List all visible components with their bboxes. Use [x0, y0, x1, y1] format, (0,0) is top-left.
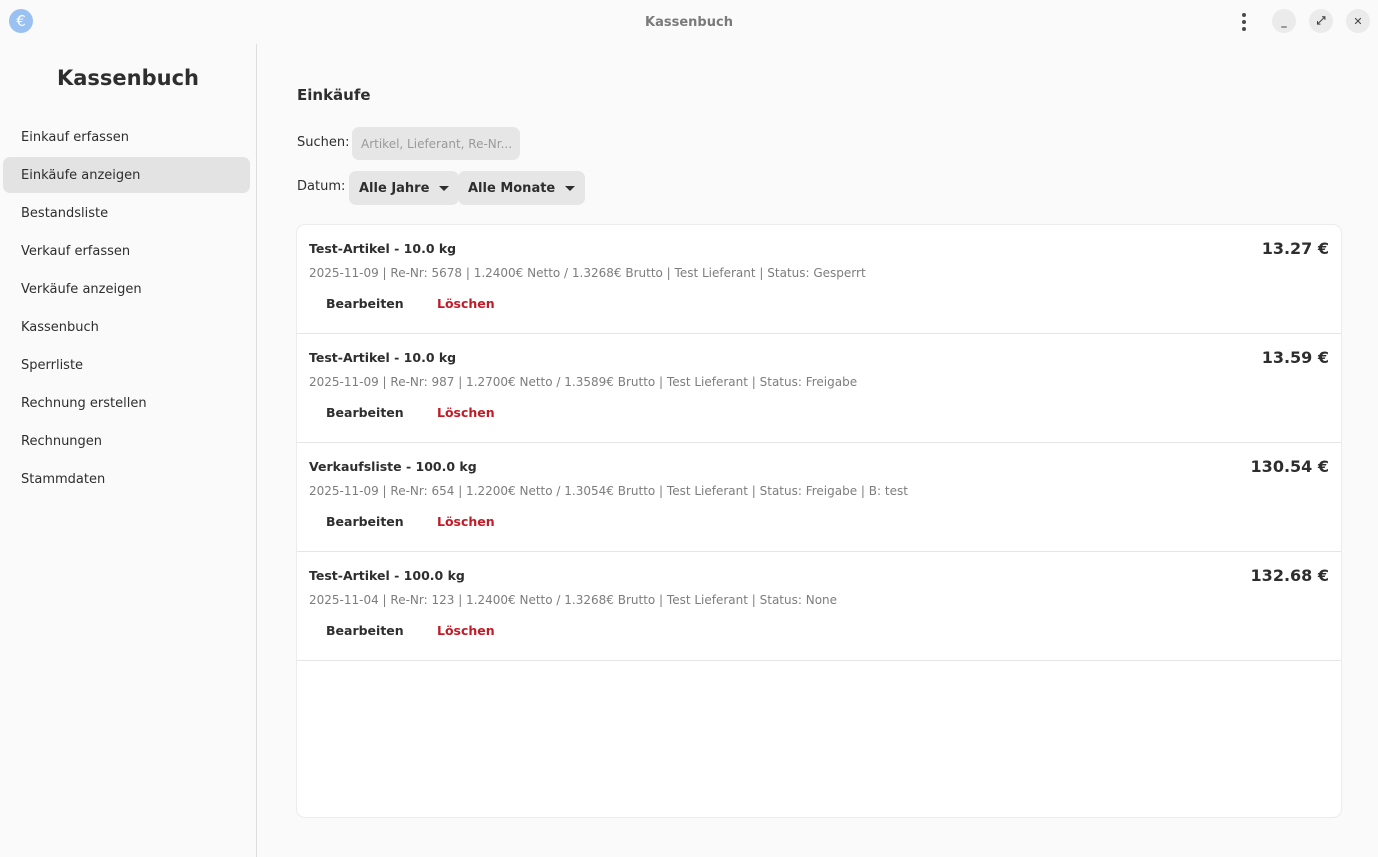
chevron-down-icon — [439, 185, 450, 191]
menu-button[interactable] — [1232, 10, 1256, 34]
title-bar: € Kassenbuch _ ⤢ ✕ — [0, 0, 1378, 44]
purchase-detail: 2025-11-04 | Re-Nr: 123 | 1.2400€ Netto … — [309, 593, 838, 607]
sidebar-item-label: Kassenbuch — [21, 319, 99, 335]
purchase-title: Verkaufsliste - 100.0 kg — [309, 459, 477, 474]
sidebar-item-label: Bestandsliste — [21, 205, 109, 221]
maximize-button[interactable]: ⤢ — [1309, 9, 1333, 33]
purchase-amount: 130.54 € — [1250, 457, 1329, 476]
window-title: Kassenbuch — [645, 14, 733, 30]
sidebar-item[interactable]: Sperrliste — [3, 347, 250, 383]
euro-icon: € — [9, 9, 33, 33]
sidebar-item[interactable]: Bestandsliste — [3, 195, 250, 231]
sidebar-item-label: Rechnung erstellen — [21, 395, 147, 411]
sidebar-item[interactable]: Verkauf erfassen — [3, 233, 250, 269]
delete-button[interactable]: Löschen — [437, 296, 495, 311]
purchase-row: Verkaufsliste - 100.0 kg 130.54 € 2025-11-… — [297, 443, 1341, 552]
month-dropdown-label: Alle Monate — [468, 180, 556, 196]
year-dropdown[interactable]: Alle Jahre — [349, 171, 460, 205]
delete-button[interactable]: Löschen — [437, 623, 495, 638]
delete-button[interactable]: Löschen — [437, 405, 495, 420]
sidebar-item-label: Einkäufe anzeigen — [21, 167, 141, 183]
dot-icon — [1242, 20, 1246, 24]
sidebar-item-label: Verkauf erfassen — [21, 243, 131, 259]
purchase-title: Test-Artikel - 10.0 kg — [309, 350, 457, 365]
sidebar-title: Kassenbuch — [56, 66, 200, 90]
sidebar-item[interactable]: Stammdaten — [3, 461, 250, 497]
purchase-amount: 132.68 € — [1250, 566, 1329, 585]
sidebar-item[interactable]: Einkäufe anzeigen — [3, 157, 250, 193]
sidebar-item[interactable]: Verkäufe anzeigen — [3, 271, 250, 307]
minimize-button[interactable]: _ — [1272, 9, 1296, 33]
sidebar-item-label: Einkauf erfassen — [21, 129, 129, 145]
dot-icon — [1242, 13, 1246, 17]
edit-button[interactable]: Bearbeiten — [326, 405, 404, 420]
sidebar-item[interactable]: Rechnung erstellen — [3, 385, 250, 421]
sidebar-item[interactable]: Einkauf erfassen — [3, 119, 250, 155]
main-content: Einkäufe Suchen: Datum: Alle Jahre Alle … — [257, 44, 1378, 857]
sidebar-item[interactable]: Rechnungen — [3, 423, 250, 459]
dot-icon — [1242, 27, 1246, 31]
date-label: Datum: — [297, 179, 346, 194]
page-title: Einkäufe — [297, 86, 371, 104]
month-dropdown[interactable]: Alle Monate — [458, 171, 586, 205]
search-input[interactable] — [352, 127, 520, 160]
purchase-row: Test-Artikel - 10.0 kg 13.59 € 2025-11-09 … — [297, 334, 1341, 443]
sidebar: Kassenbuch Einkauf erfassen Einkäufe anze… — [0, 44, 257, 857]
sidebar-item-label: Stammdaten — [21, 471, 106, 487]
chevron-down-icon — [565, 185, 576, 191]
sidebar-item[interactable]: Kassenbuch — [3, 309, 250, 345]
purchase-detail: 2025-11-09 | Re-Nr: 987 | 1.2700€ Netto … — [309, 375, 858, 389]
sidebar-item-label: Rechnungen — [21, 433, 103, 449]
purchase-detail: 2025-11-09 | Re-Nr: 5678 | 1.2400€ Netto… — [309, 266, 866, 280]
purchase-title: Test-Artikel - 10.0 kg — [309, 241, 457, 256]
purchase-amount: 13.27 € — [1261, 239, 1329, 258]
year-dropdown-label: Alle Jahre — [359, 180, 430, 196]
purchase-amount: 13.59 € — [1261, 348, 1329, 367]
sidebar-item-label: Sperrliste — [21, 357, 84, 373]
purchase-row: Test-Artikel - 10.0 kg 13.27 € 2025-11-09 … — [297, 225, 1341, 334]
edit-button[interactable]: Bearbeiten — [326, 623, 404, 638]
sidebar-item-label: Verkäufe anzeigen — [21, 281, 142, 297]
search-label: Suchen: — [297, 135, 350, 150]
purchase-row: Test-Artikel - 100.0 kg 132.68 € 2025-11-0… — [297, 552, 1341, 661]
delete-button[interactable]: Löschen — [437, 514, 495, 529]
purchase-detail: 2025-11-09 | Re-Nr: 654 | 1.2200€ Netto … — [309, 484, 908, 498]
purchase-title: Test-Artikel - 100.0 kg — [309, 568, 465, 583]
close-button[interactable]: ✕ — [1346, 9, 1370, 33]
edit-button[interactable]: Bearbeiten — [326, 296, 404, 311]
app-window: € Kassenbuch _ ⤢ ✕ Kassenbuch Einkauf er… — [0, 0, 1378, 857]
purchase-list: Test-Artikel - 10.0 kg 13.27 € 2025-11-09 … — [297, 225, 1341, 817]
edit-button[interactable]: Bearbeiten — [326, 514, 404, 529]
